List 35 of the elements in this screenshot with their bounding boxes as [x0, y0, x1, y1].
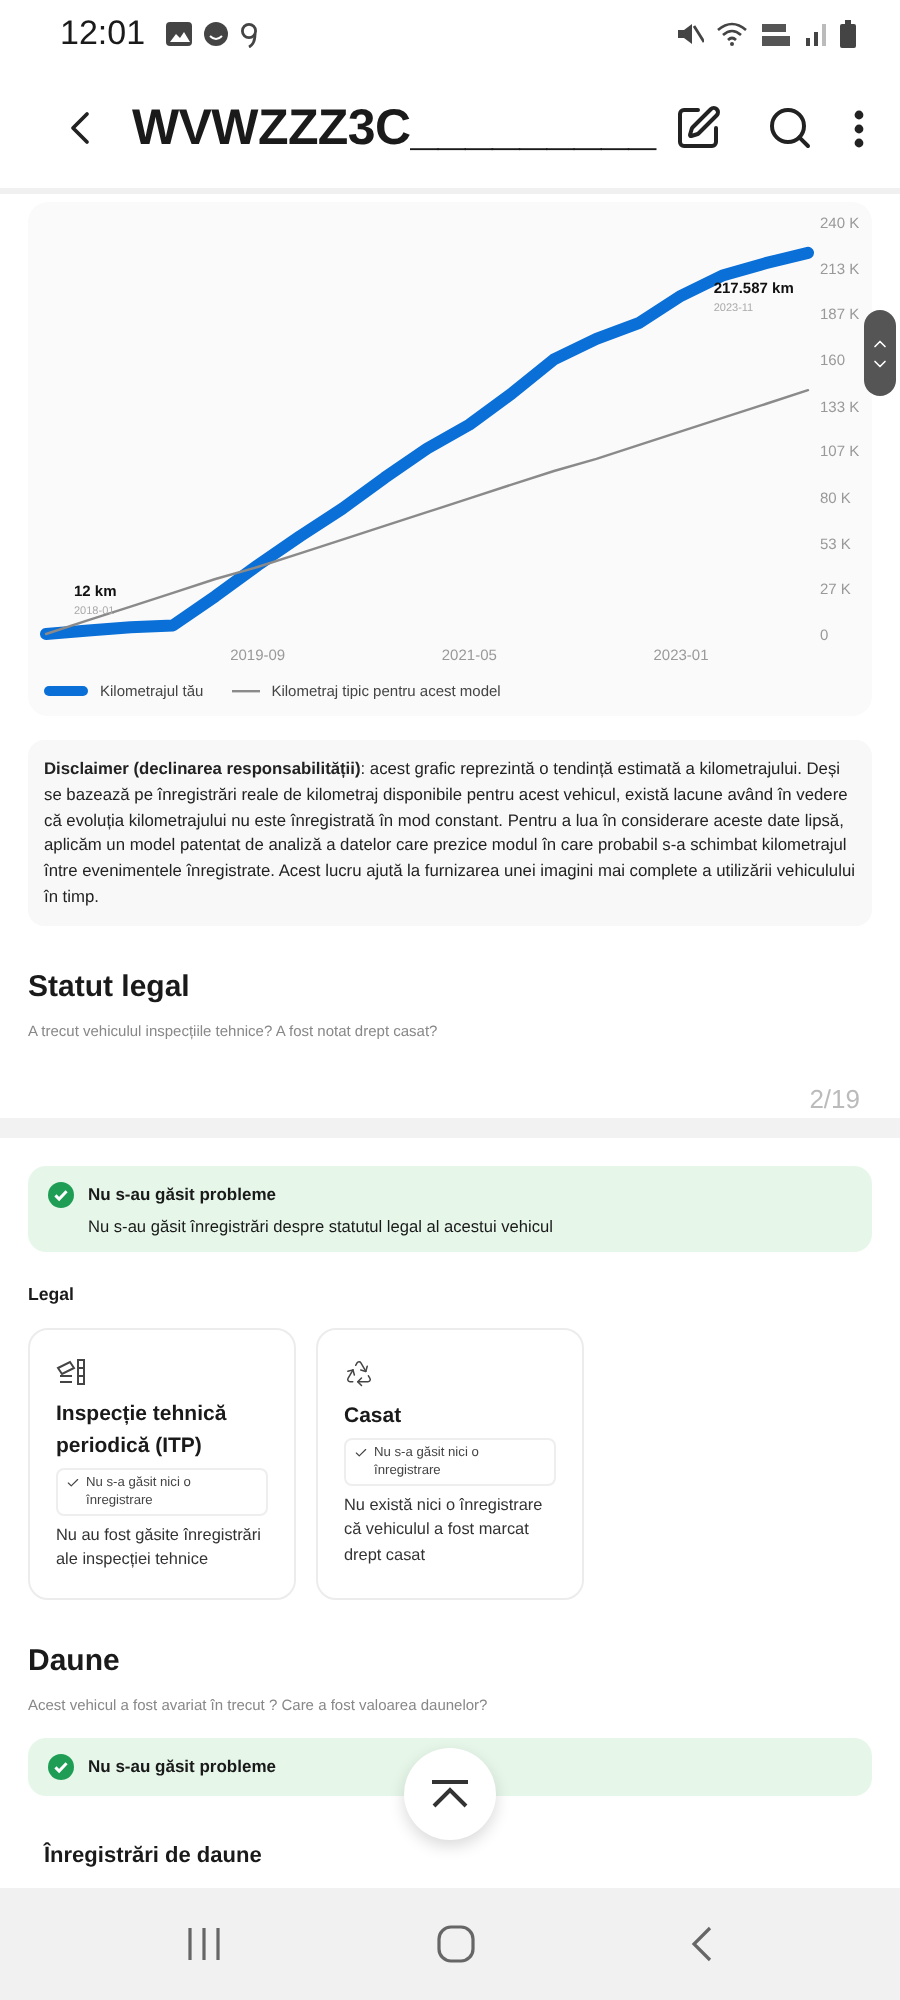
alert-title: Nu s-au găsit probleme [88, 1184, 278, 1205]
check-circle-icon [48, 1753, 74, 1780]
signal-icon [804, 22, 828, 46]
card-text: Nu au fost găsite înregistrări ale inspecției tehnice [56, 1523, 263, 1573]
section-title: Statut legal [28, 969, 192, 1004]
recent-apps-icon[interactable] [186, 1926, 223, 1962]
alert-text: Nu s-au găsit înregistrări despre statutul legal al acestui vehicul [88, 1215, 555, 1236]
recycle-icon [344, 1357, 374, 1388]
face-icon [203, 22, 228, 46]
page-counter: 2/19 [809, 1083, 860, 1114]
subsection-title: Înregistrări de daune [44, 1843, 264, 1868]
search-icon [766, 104, 814, 152]
gallery-icon [165, 22, 192, 46]
more-icon [854, 109, 864, 147]
check-circle-icon [48, 1181, 74, 1208]
wifi-icon [716, 22, 748, 46]
home-icon[interactable] [435, 1924, 476, 1964]
fast-scroll-handle[interactable] [864, 310, 896, 396]
back-icon[interactable] [689, 1926, 714, 1962]
page-title: WVWZZZ3C_________ [132, 99, 659, 157]
group-label: Legal [28, 1283, 76, 1304]
status-time: 12:01 [60, 14, 146, 54]
card-title: Casat [344, 1401, 402, 1432]
battery-icon [840, 20, 856, 48]
inspection-icon [56, 1357, 88, 1386]
section-title: Daune [28, 1643, 122, 1678]
legend-swatch [44, 686, 88, 696]
disclaimer-text: Disclaimer (declinarea responsabilității): acest grafic reprezintă o tendință estimată a kilometrajului. Deși se bazează pe înregistrări reale de kilometraj disponibile pentru acest vehicul, există lacune având în vedere că evoluția kilometrajului nu este înregistrată în mod constant. Pentru a lua în considerare aceste date lipsă, aplicăm un model patentat de analiză a datelor care prezice modul în care probabil s-a schimbat kilometrajul între evenimentele înregistrate. Acest lucru ajută la furnizarea unei imagini mai complete a utilizării vehiculului în timp. [28, 740, 872, 926]
edit-icon [674, 104, 722, 152]
scroll-to-top-button[interactable] [404, 1748, 496, 1840]
alert-title: Nu s-au găsit probleme [88, 1756, 278, 1777]
card-title: Inspecție tehnică periodică (ITP) [56, 1399, 229, 1462]
mute-icon [676, 22, 704, 46]
scroll-top-icon [430, 1780, 470, 1808]
card-text: Nu există nici o înregistrare că vehiculul a fost marcat drept casat [344, 1493, 545, 1568]
